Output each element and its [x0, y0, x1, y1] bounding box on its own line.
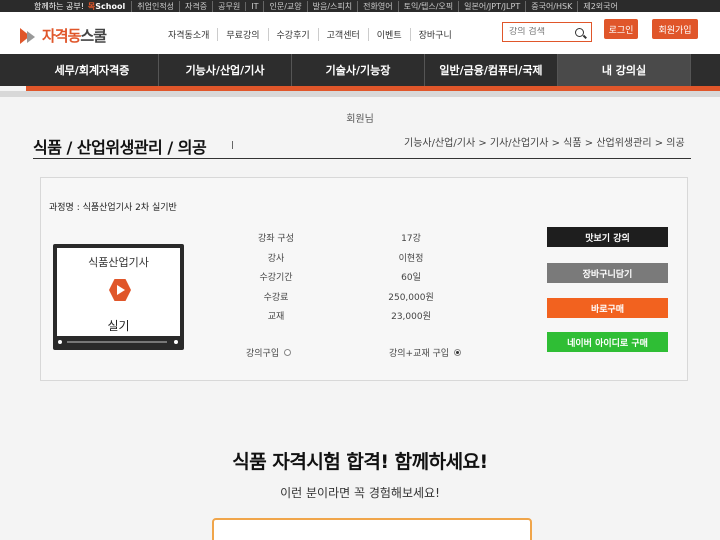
menu-support[interactable]: 고객센터	[317, 28, 368, 41]
preview-lecture-button[interactable]: 맛보기 강의	[547, 227, 668, 247]
utility-link[interactable]: 중국어/HSK	[525, 0, 577, 12]
signup-button[interactable]: 회원가입	[652, 19, 698, 39]
slogan: 함께하는 공부!	[34, 1, 84, 11]
menu-cart[interactable]: 장바구니	[409, 28, 460, 41]
info-value: 이현정	[398, 254, 424, 264]
info-label: 수강기간	[259, 273, 293, 283]
thumbnail-progress	[67, 341, 167, 343]
add-to-cart-button[interactable]: 장바구니담기	[547, 263, 668, 283]
info-value: 23,000원	[391, 312, 431, 322]
info-label: 수강료	[263, 293, 289, 303]
info-value: 60일	[401, 273, 421, 283]
thumbnail-screen: 식품산업기사 실기	[57, 248, 180, 336]
title-rule	[33, 158, 691, 159]
site-header: 자격동스쿨 자격동소개 무료강의 수강후기 고객센터 이벤트 장바구니 로그인 …	[0, 12, 720, 54]
radio-lecture-only[interactable]	[284, 349, 292, 356]
option-lecture-only[interactable]: 강의구입	[246, 346, 292, 359]
utility-bar: 함께하는 공부! 목School 취업인적성 자격증 공무원 IT 인문/교양 …	[0, 0, 720, 12]
site-logo[interactable]: 자격동스쿨	[20, 25, 107, 46]
nav-my-classroom[interactable]: 내 강의실	[558, 54, 691, 86]
thumbnail-title: 식품산업기사	[88, 256, 149, 269]
thumbnail-dot	[174, 340, 178, 344]
nav-general-finance[interactable]: 일반/금융/컴퓨터/국제	[425, 54, 558, 86]
course-name: 과정명 : 식품산업기사 2차 실기반	[49, 203, 177, 213]
info-value: 250,000원	[388, 293, 434, 303]
school-link[interactable]: 목School	[88, 1, 125, 12]
utility-link[interactable]: 발음/스피치	[306, 0, 358, 12]
promo-subtitle: 이런 분이라면 꼭 경험해보세요!	[280, 486, 440, 500]
main-nav: 세무/회계자격증 기능사/산업/기사 기술사/기능장 일반/금융/컴퓨터/국제 …	[0, 54, 720, 86]
search-icon[interactable]	[575, 27, 584, 37]
utility-link[interactable]: 토익/텝스/오픽	[397, 0, 459, 12]
utility-link[interactable]: 일본어/JPT/JLPT	[458, 0, 525, 12]
search-input[interactable]	[503, 27, 573, 37]
nav-tax-accounting[interactable]: 세무/회계자격증	[26, 54, 159, 86]
utility-link[interactable]: IT	[245, 1, 263, 11]
utility-link[interactable]: 인문/교양	[263, 0, 306, 12]
info-label: 강사	[267, 254, 285, 264]
utility-link[interactable]: 제2외국어	[577, 0, 623, 12]
info-label: 교재	[267, 312, 285, 322]
utility-link[interactable]: 전화영어	[357, 0, 397, 12]
search-box	[502, 22, 592, 42]
thumbnail-subtitle: 실기	[107, 319, 130, 333]
utility-link[interactable]: 취업인적성	[131, 0, 179, 12]
menu-reviews[interactable]: 수강후기	[267, 28, 318, 41]
buy-now-button[interactable]: 바로구매	[547, 298, 668, 318]
page-title: 식품 / 산업위생관리 / 의공	[33, 138, 207, 157]
info-value: 17강	[401, 234, 421, 244]
nav-divider	[0, 91, 720, 97]
menu-event[interactable]: 이벤트	[367, 28, 410, 41]
menu-about[interactable]: 자격동소개	[160, 28, 217, 41]
option-label: 강의+교재 구입	[389, 349, 450, 359]
utility-link[interactable]: 공무원	[212, 0, 245, 12]
nav-professional-engineer[interactable]: 기술사/기능장	[292, 54, 425, 86]
login-button[interactable]: 로그인	[604, 19, 638, 39]
promo-box	[212, 518, 532, 540]
thumbnail-dot	[58, 340, 62, 344]
play-icon[interactable]	[109, 279, 131, 301]
course-thumbnail[interactable]: 식품산업기사 실기	[53, 244, 184, 350]
menu-free-lecture[interactable]: 무료강의	[217, 28, 267, 41]
breadcrumb[interactable]: 기능사/산업/기사 > 기사/산업기사 > 식품 > 산업위생관리 > 의공	[404, 134, 685, 149]
header-menu: 자격동소개 무료강의 수강후기 고객센터 이벤트 장바구니	[160, 28, 460, 41]
nav-craftsman-engineer[interactable]: 기능사/산업/기사	[159, 54, 292, 86]
welcome-text: 회원님	[346, 114, 374, 125]
radio-lecture-book[interactable]	[454, 349, 462, 356]
option-label: 강의구입	[246, 349, 280, 359]
course-detail-panel: 과정명 : 식품산업기사 2차 실기반 식품산업기사 실기 강좌 구성 17강 …	[40, 177, 688, 381]
info-label: 강좌 구성	[258, 234, 294, 244]
promo-title: 식품 자격시험 합격! 함께하세요!	[232, 451, 488, 473]
option-lecture-book[interactable]: 강의+교재 구입	[389, 346, 462, 359]
naver-buy-button[interactable]: 네이버 아이디로 구매	[547, 332, 668, 352]
logo-icon	[20, 27, 38, 44]
title-divider	[232, 141, 233, 149]
utility-link[interactable]: 자격증	[179, 0, 212, 12]
